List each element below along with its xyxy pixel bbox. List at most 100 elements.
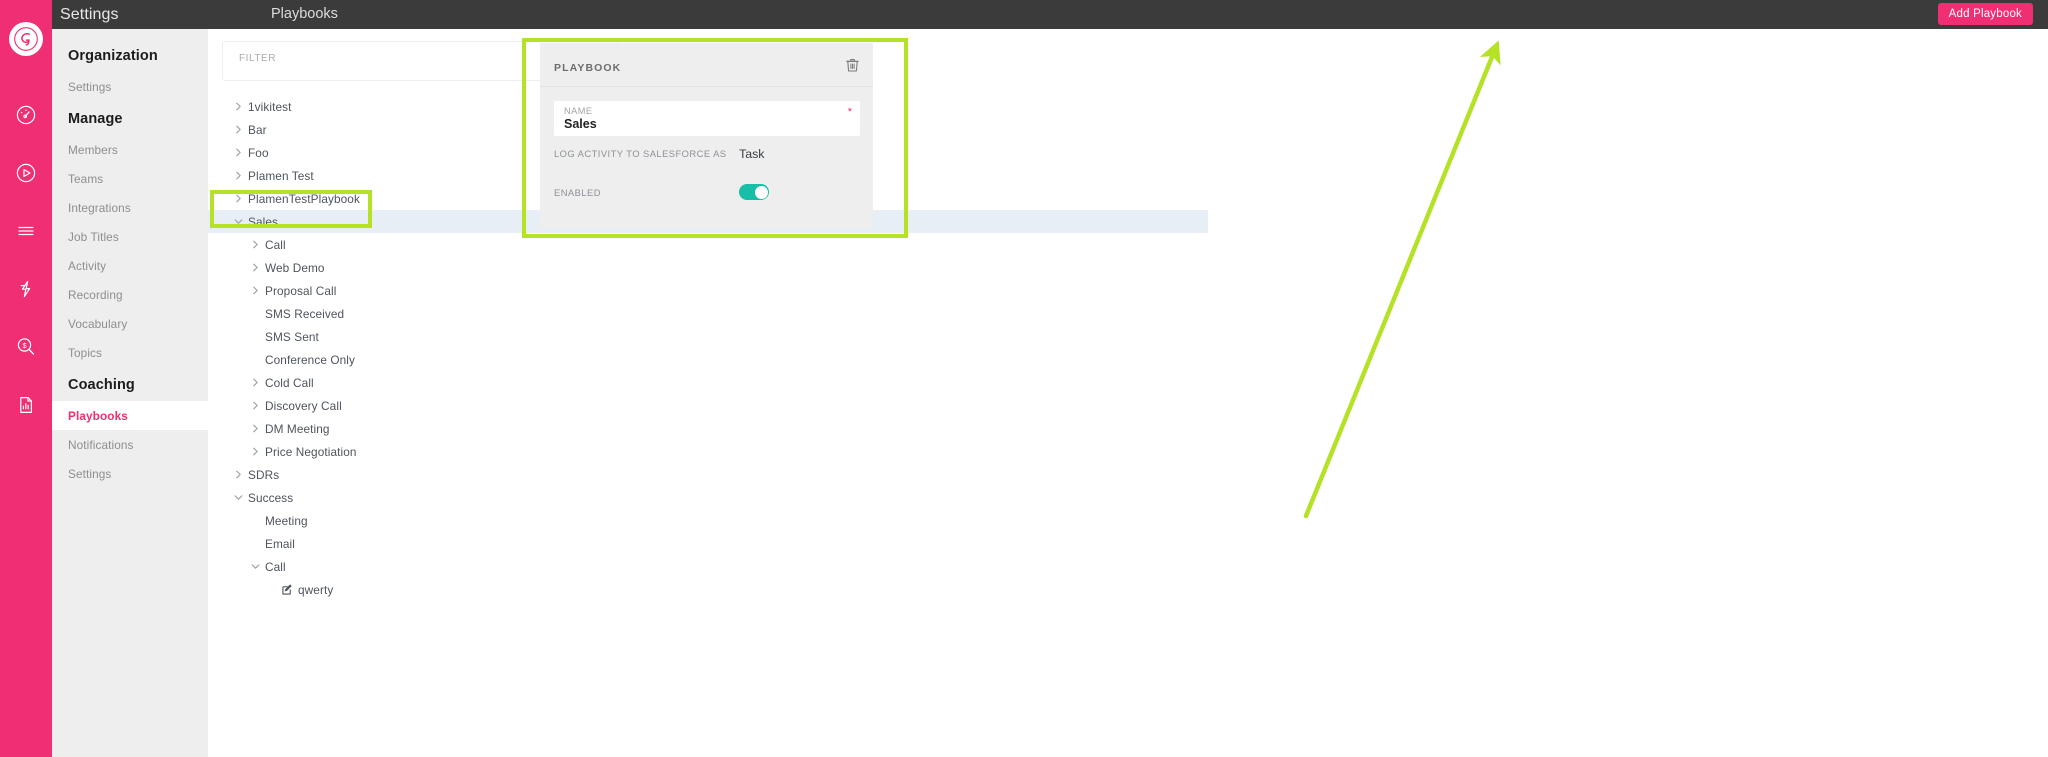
tree-row[interactable]: Email bbox=[208, 532, 1208, 555]
tree-row-content: Sales bbox=[248, 215, 278, 229]
playbook-name-field[interactable]: NAME Sales * bbox=[554, 101, 860, 136]
tree-row[interactable]: Proposal Call bbox=[208, 279, 1208, 302]
play-circle-icon[interactable] bbox=[9, 156, 43, 190]
tree-row[interactable]: Cold Call bbox=[208, 371, 1208, 394]
log-activity-value[interactable]: Task bbox=[739, 147, 764, 161]
chevron-right-icon[interactable] bbox=[231, 192, 245, 206]
tree-row-label: Proposal Call bbox=[265, 283, 337, 298]
page-title: Playbooks bbox=[271, 6, 338, 22]
report-document-icon[interactable] bbox=[9, 388, 43, 422]
gong-logo-icon[interactable] bbox=[9, 22, 43, 56]
sidebar-item-activity[interactable]: Activity bbox=[52, 251, 208, 280]
tree-row-content: 1vikitest bbox=[248, 100, 292, 114]
tree-row-content: PlamenTestPlaybook bbox=[248, 192, 360, 206]
chevron-right-icon[interactable] bbox=[231, 123, 245, 137]
tree-row-content: Price Negotiation bbox=[265, 445, 357, 459]
chevron-right-icon[interactable] bbox=[248, 399, 262, 413]
sidebar-item-integrations[interactable]: Integrations bbox=[52, 193, 208, 222]
playbook-name-label: NAME bbox=[564, 106, 593, 116]
chevron-right-icon[interactable] bbox=[248, 261, 262, 275]
tree-row[interactable]: SMS Received bbox=[208, 302, 1208, 325]
tree-row-label: Discovery Call bbox=[265, 398, 342, 413]
deal-search-icon[interactable]: $ bbox=[9, 330, 43, 364]
tree-row-label: qwerty bbox=[298, 582, 334, 597]
tree-row[interactable]: Call bbox=[208, 555, 1208, 578]
tree-row-content: Meeting bbox=[265, 514, 308, 528]
chevron-right-icon[interactable] bbox=[231, 468, 245, 482]
tree-row-content: Success bbox=[248, 491, 293, 505]
sidebar-item-vocabulary[interactable]: Vocabulary bbox=[52, 309, 208, 338]
tree-row[interactable]: SMS Sent bbox=[208, 325, 1208, 348]
settings-sidebar: Organization Settings Manage Members Teams In… bbox=[52, 29, 208, 757]
chevron-right-icon[interactable] bbox=[248, 422, 262, 436]
trash-icon[interactable] bbox=[846, 58, 859, 77]
chevron-right-icon[interactable] bbox=[231, 169, 245, 183]
tree-row-content: qwerty bbox=[282, 583, 333, 597]
top-bar: Settings Playbooks Add Playbook bbox=[52, 0, 2048, 29]
tree-row-label: Price Negotiation bbox=[265, 444, 357, 459]
app-root: $ Settings Playbooks Add Playbook Organi… bbox=[0, 0, 2048, 757]
tree-row-content: Proposal Call bbox=[265, 284, 336, 298]
sidebar-item-job-titles[interactable]: Job Titles bbox=[52, 222, 208, 251]
sidebar-item-notifications[interactable]: Notifications bbox=[52, 430, 208, 459]
list-lines-icon[interactable] bbox=[9, 214, 43, 248]
chevron-right-icon[interactable] bbox=[248, 445, 262, 459]
tree-row-label: Bar bbox=[248, 122, 267, 137]
tree-row-label: 1vikitest bbox=[248, 99, 292, 114]
tree-row[interactable]: qwerty bbox=[208, 578, 1208, 601]
tree-row-label: SMS Received bbox=[265, 306, 345, 321]
sidebar-item-settings[interactable]: Settings bbox=[52, 72, 208, 101]
dashboard-gauge-icon[interactable] bbox=[9, 98, 43, 132]
sidebar-item-topics[interactable]: Topics bbox=[52, 338, 208, 367]
sidebar-item-teams[interactable]: Teams bbox=[52, 164, 208, 193]
tree-row-label: Plamen Test bbox=[248, 168, 314, 183]
tree-row[interactable]: Web Demo bbox=[208, 256, 1208, 279]
tree-row-label: Cold Call bbox=[265, 375, 314, 390]
chevron-right-icon[interactable] bbox=[231, 100, 245, 114]
sidebar-item-recording[interactable]: Recording bbox=[52, 280, 208, 309]
tree-row[interactable]: Discovery Call bbox=[208, 394, 1208, 417]
tree-row[interactable]: Price Negotiation bbox=[208, 440, 1208, 463]
tree-row-content: SMS Received bbox=[265, 307, 344, 321]
lightning-bolt-icon[interactable] bbox=[9, 272, 43, 306]
log-activity-label: LOG ACTIVITY TO SALESFORCE AS bbox=[554, 148, 727, 159]
main-content: FILTER 1vikitest Bar Foo Plamen Test PlamenT… bbox=[208, 29, 2048, 757]
chevron-down-icon[interactable] bbox=[231, 215, 245, 229]
required-asterisk: * bbox=[847, 106, 852, 118]
filter-placeholder: FILTER bbox=[239, 53, 277, 64]
playbook-detail-header: PLAYBOOK bbox=[540, 43, 873, 87]
sidebar-item-members[interactable]: Members bbox=[52, 135, 208, 164]
enabled-row: ENABLED bbox=[554, 184, 864, 200]
tree-row-content: Foo bbox=[248, 146, 269, 160]
tree-row[interactable]: SDRs bbox=[208, 463, 1208, 486]
tree-row-content: Plamen Test bbox=[248, 169, 314, 183]
tree-row[interactable]: Meeting bbox=[208, 509, 1208, 532]
enabled-toggle[interactable] bbox=[739, 184, 769, 200]
tree-row-content: Email bbox=[265, 537, 295, 551]
tree-row-label: Conference Only bbox=[265, 352, 356, 367]
chevron-right-icon[interactable] bbox=[248, 376, 262, 390]
svg-text:$: $ bbox=[22, 341, 26, 350]
tree-row-content: Conference Only bbox=[265, 353, 355, 367]
chevron-right-icon[interactable] bbox=[248, 238, 262, 252]
tree-row[interactable]: Conference Only bbox=[208, 348, 1208, 371]
tree-row[interactable]: Call bbox=[208, 233, 1208, 256]
tree-row[interactable]: DM Meeting bbox=[208, 417, 1208, 440]
tree-row-content: SDRs bbox=[248, 468, 279, 482]
tree-row-content: SMS Sent bbox=[265, 330, 319, 344]
log-activity-row: LOG ACTIVITY TO SALESFORCE AS Task bbox=[554, 147, 864, 161]
tree-row-label: SMS Sent bbox=[265, 329, 319, 344]
chevron-down-icon[interactable] bbox=[231, 491, 245, 505]
chevron-down-icon[interactable] bbox=[248, 560, 262, 574]
sidebar-item-settings[interactable]: Settings bbox=[52, 459, 208, 488]
playbook-detail-title: PLAYBOOK bbox=[554, 62, 622, 74]
add-playbook-button[interactable]: Add Playbook bbox=[1937, 3, 2033, 25]
sidebar-group-organization: Organization bbox=[68, 48, 158, 64]
tree-row[interactable]: Success bbox=[208, 486, 1208, 509]
chevron-right-icon[interactable] bbox=[231, 146, 245, 160]
sidebar-item-playbooks[interactable]: Playbooks bbox=[52, 401, 208, 430]
tree-row-content: Bar bbox=[248, 123, 267, 137]
chevron-right-icon[interactable] bbox=[248, 284, 262, 298]
tree-row-content: Discovery Call bbox=[265, 399, 342, 413]
edit-pencil-icon[interactable] bbox=[282, 584, 293, 595]
